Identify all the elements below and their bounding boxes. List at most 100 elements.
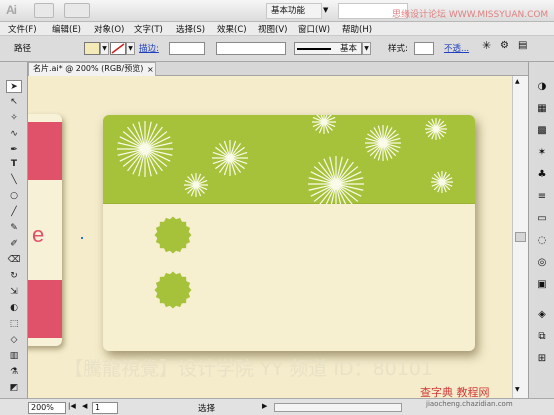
line-tool-icon[interactable]: ╲ bbox=[6, 174, 22, 187]
green-header-band bbox=[103, 115, 475, 212]
back-card-letter: e bbox=[32, 222, 45, 247]
vertical-scrollbar[interactable]: ▲ ▼ bbox=[512, 76, 528, 398]
menu-select[interactable]: 选择(S) bbox=[176, 23, 205, 35]
workspace-switcher[interactable]: 基本功能 bbox=[266, 3, 322, 19]
bridge-button[interactable] bbox=[34, 3, 54, 18]
artboards-icon[interactable]: ⧉ bbox=[535, 330, 549, 343]
tools-panel: ➤ ↖ ✧ ∿ ✒ T ╲ ○ ╱ ✎ ✐ ⌫ ↻ ⇲ ◐ ⬚ ◇ ▥ ⚗ ◩ bbox=[0, 62, 28, 398]
menu-help[interactable]: 帮助(H) bbox=[342, 23, 372, 35]
app-logo: Ai bbox=[6, 3, 17, 17]
fill-swatch[interactable] bbox=[84, 42, 100, 55]
prev-page-icon[interactable]: ◀ bbox=[82, 402, 87, 410]
type-tool-icon[interactable]: T bbox=[6, 158, 22, 171]
zoom-field[interactable]: 200% bbox=[28, 402, 66, 414]
starburst-decorations bbox=[117, 115, 453, 212]
document-tab-bar: 名片.ai* @ 200% (RGB/预览) × bbox=[28, 62, 528, 76]
arrange-documents-button[interactable] bbox=[64, 3, 90, 18]
swatches-icon[interactable]: ▩ bbox=[535, 124, 549, 137]
anchor-point bbox=[81, 237, 83, 239]
flower-badges bbox=[154, 216, 192, 309]
back-card-bottom-band bbox=[28, 280, 62, 338]
gradient-panel-icon[interactable]: ▭ bbox=[535, 212, 549, 225]
horizontal-scrollbar[interactable] bbox=[274, 403, 402, 412]
rotate-tool-icon[interactable]: ↻ bbox=[6, 270, 22, 283]
menu-effect[interactable]: 效果(C) bbox=[217, 23, 247, 35]
warp-tool-icon[interactable]: ◐ bbox=[6, 302, 22, 315]
scalloped-circle[interactable] bbox=[154, 216, 192, 254]
business-card[interactable] bbox=[103, 115, 475, 351]
menu-type[interactable]: 文字(T) bbox=[134, 23, 163, 35]
chevron-down-icon: ▼ bbox=[323, 6, 329, 14]
variable-width-field[interactable] bbox=[216, 42, 286, 55]
appearance-icon[interactable]: ◎ bbox=[535, 256, 549, 269]
object-type-label: 路径 bbox=[14, 44, 32, 54]
site-watermark: 查字典 教程网 bbox=[420, 386, 490, 399]
opacity-label[interactable]: 不透... bbox=[444, 42, 469, 54]
gradient-tool-icon[interactable]: ▥ bbox=[6, 350, 22, 363]
control-bar: 路径 ▼ ▼ 描边: 基本 ▼ 样式: 不透... ✳ ⚙ ▤ bbox=[0, 36, 554, 62]
stroke-label[interactable]: 描边: bbox=[139, 42, 159, 54]
layers-icon[interactable]: ◈ bbox=[535, 308, 549, 321]
paintbrush-icon[interactable]: ╱ bbox=[6, 206, 22, 219]
eraser-icon[interactable]: ⌫ bbox=[6, 254, 22, 267]
stroke-panel-icon[interactable]: ≡ bbox=[535, 190, 549, 203]
shape-builder-icon[interactable]: ◇ bbox=[6, 334, 22, 347]
document-tab[interactable]: 名片.ai* @ 200% (RGB/预览) × bbox=[28, 62, 156, 76]
status-menu-icon[interactable]: ▶ bbox=[262, 402, 267, 410]
style-swatch[interactable] bbox=[414, 42, 434, 55]
magic-wand-icon[interactable]: ✧ bbox=[6, 112, 22, 125]
scroll-thumb[interactable] bbox=[515, 232, 526, 242]
back-card[interactable]: e bbox=[28, 114, 62, 346]
color-guide-icon[interactable]: ▦ bbox=[535, 102, 549, 115]
stroke-weight-field[interactable] bbox=[169, 42, 205, 55]
menu-object[interactable]: 对象(O) bbox=[94, 23, 124, 35]
direct-selection-tool-icon[interactable]: ↖ bbox=[6, 96, 22, 109]
menu-edit[interactable]: 编辑(E) bbox=[52, 23, 81, 35]
eyedropper-icon[interactable]: ⚗ bbox=[6, 366, 22, 379]
site-watermark-top: 思缘设计论坛 WWW.MISSYUAN.COM bbox=[392, 10, 549, 20]
links-icon[interactable]: ⊞ bbox=[535, 352, 549, 365]
starburst bbox=[365, 125, 401, 161]
recolor-icon[interactable]: ✳ bbox=[482, 39, 491, 52]
selection-tool-icon[interactable]: ➤ bbox=[6, 80, 22, 93]
first-page-icon[interactable]: |◀ bbox=[68, 402, 76, 410]
starburst bbox=[308, 156, 364, 212]
profile-dropdown[interactable]: ▼ bbox=[362, 42, 371, 55]
pen-tool-icon[interactable]: ✒ bbox=[6, 144, 22, 157]
scale-tool-icon[interactable]: ⇲ bbox=[6, 286, 22, 299]
brushes-icon[interactable]: ✶ bbox=[535, 146, 549, 159]
starburst bbox=[117, 121, 173, 177]
menu-window[interactable]: 窗口(W) bbox=[298, 23, 330, 35]
starburst bbox=[184, 173, 208, 197]
color-panel-icon[interactable]: ◑ bbox=[535, 80, 549, 93]
graphic-styles-icon[interactable]: ▣ bbox=[535, 278, 549, 291]
starburst bbox=[212, 140, 248, 176]
symbols-icon[interactable]: ♣ bbox=[535, 168, 549, 181]
rectangle-tool-icon[interactable]: ○ bbox=[6, 190, 22, 203]
free-transform-icon[interactable]: ⬚ bbox=[6, 318, 22, 331]
page-field[interactable]: 1 bbox=[92, 402, 118, 414]
stroke-profile-label: 基本 bbox=[340, 44, 358, 54]
stroke-dropdown[interactable]: ▼ bbox=[126, 42, 135, 55]
fill-stroke-icon[interactable]: ◩ bbox=[6, 382, 22, 395]
close-icon[interactable]: × bbox=[147, 63, 154, 76]
fill-dropdown[interactable]: ▼ bbox=[100, 42, 109, 55]
document-tab-title: 名片.ai* @ 200% (RGB/预览) bbox=[33, 64, 144, 73]
transparency-icon[interactable]: ◌ bbox=[535, 234, 549, 247]
stroke-swatch[interactable] bbox=[110, 42, 126, 55]
starburst bbox=[312, 115, 336, 134]
menu-file[interactable]: 文件(F) bbox=[8, 23, 37, 35]
scroll-up-icon[interactable]: ▲ bbox=[515, 78, 520, 85]
artboard-canvas[interactable]: e 【騰龍視覺】设计学院 YY 频道 ID：80101 bbox=[28, 76, 512, 398]
scroll-down-icon[interactable]: ▼ bbox=[515, 386, 520, 393]
align-icon[interactable]: ▤ bbox=[518, 40, 527, 51]
lasso-icon[interactable]: ∿ bbox=[6, 128, 22, 141]
menu-view[interactable]: 视图(V) bbox=[258, 23, 287, 35]
back-card-top-band bbox=[28, 122, 62, 180]
scalloped-circle[interactable] bbox=[154, 271, 192, 309]
site-watermark-url: jiaocheng.chazidian.com bbox=[426, 400, 513, 408]
document-setup-icon[interactable]: ⚙ bbox=[500, 40, 509, 51]
pencil-icon[interactable]: ✎ bbox=[6, 222, 22, 235]
blob-brush-icon[interactable]: ✐ bbox=[6, 238, 22, 251]
starburst bbox=[431, 171, 453, 193]
